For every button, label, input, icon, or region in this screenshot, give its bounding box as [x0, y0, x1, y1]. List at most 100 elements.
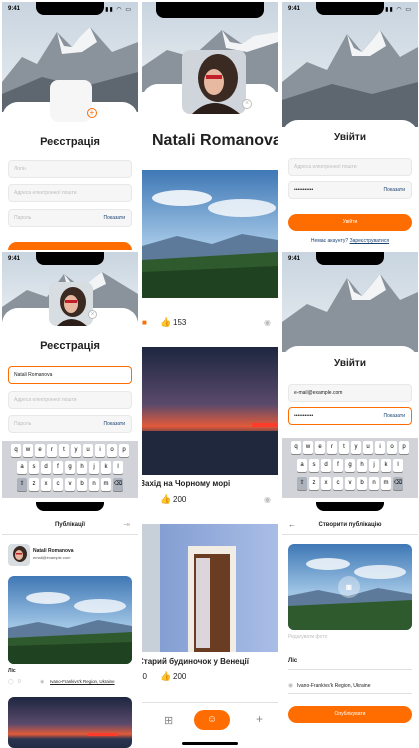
key-j[interactable]: j: [89, 461, 99, 474]
key-s[interactable]: s: [29, 461, 39, 474]
key-t[interactable]: t: [59, 444, 69, 457]
key-r[interactable]: r: [327, 441, 337, 454]
phone-notch: [316, 502, 384, 511]
post-location-input[interactable]: Ivano-Frankivs'k Region, Ukraine: [297, 683, 370, 689]
key-n[interactable]: n: [369, 477, 379, 490]
remove-avatar-icon[interactable]: ×: [242, 99, 252, 109]
key-g[interactable]: g: [345, 459, 355, 472]
logout-icon[interactable]: ⇥: [123, 520, 130, 529]
password-field[interactable]: Пароль Показати: [8, 209, 132, 227]
key-p[interactable]: p: [399, 441, 409, 454]
key-q[interactable]: q: [11, 444, 21, 457]
key-a[interactable]: a: [17, 461, 27, 474]
publish-button[interactable]: Опублікувати: [288, 706, 412, 723]
key-m[interactable]: m: [381, 477, 391, 490]
add-avatar-icon[interactable]: +: [87, 108, 97, 118]
key-c[interactable]: c: [53, 478, 63, 491]
key-i[interactable]: i: [95, 444, 105, 457]
key-f[interactable]: f: [53, 461, 63, 474]
email-field[interactable]: Адреса електронної пошти: [8, 184, 132, 202]
key-h[interactable]: h: [357, 459, 367, 472]
key-w[interactable]: w: [23, 444, 33, 457]
key-f[interactable]: f: [333, 459, 343, 472]
key-d[interactable]: d: [321, 459, 331, 472]
email-field[interactable]: Адреса електронної пошти: [8, 391, 132, 409]
key-e[interactable]: e: [315, 441, 325, 454]
login-field[interactable]: Natali Romanova: [8, 366, 132, 384]
profile-tab-button[interactable]: ☺: [194, 710, 230, 730]
key-v[interactable]: v: [65, 478, 75, 491]
login-field[interactable]: Логін: [8, 160, 132, 178]
post-photo[interactable]: [8, 576, 132, 664]
password-placeholder: Пароль: [14, 215, 32, 221]
show-password-link[interactable]: Показати: [384, 182, 405, 198]
key-h[interactable]: h: [77, 461, 87, 474]
key-shift[interactable]: ⇧: [297, 477, 307, 490]
key-z[interactable]: z: [29, 478, 39, 491]
key-u[interactable]: u: [83, 444, 93, 457]
key-shift[interactable]: ⇧: [17, 478, 27, 491]
register-link[interactable]: Зареєструватися: [350, 238, 390, 244]
register-button[interactable]: [8, 242, 132, 250]
key-k[interactable]: k: [381, 459, 391, 472]
show-password-link[interactable]: Показати: [104, 210, 125, 226]
post-location[interactable]: Ivano-Frankivs'k Region, Ukraine: [50, 679, 115, 684]
profile-post-photo-3[interactable]: [142, 524, 278, 652]
key-d[interactable]: d: [41, 461, 51, 474]
location-icon[interactable]: ◉: [264, 495, 271, 504]
post-photo-2[interactable]: [8, 697, 132, 748]
key-backspace[interactable]: ⌫: [113, 478, 123, 491]
key-m[interactable]: m: [101, 478, 111, 491]
like-icon[interactable]: 👍: [160, 317, 171, 328]
key-w[interactable]: w: [303, 441, 313, 454]
profile-post-photo-1[interactable]: [142, 170, 278, 298]
key-k[interactable]: k: [101, 461, 111, 474]
key-x[interactable]: x: [321, 477, 331, 490]
key-s[interactable]: s: [309, 459, 319, 472]
key-b[interactable]: b: [77, 478, 87, 491]
key-e[interactable]: e: [35, 444, 45, 457]
like-icon[interactable]: 👍: [160, 494, 171, 505]
add-post-icon[interactable]: +: [256, 712, 263, 726]
key-a[interactable]: a: [297, 459, 307, 472]
key-z[interactable]: z: [309, 477, 319, 490]
password-field[interactable]: ••••••••••• Показати: [288, 181, 412, 199]
key-u[interactable]: u: [363, 441, 373, 454]
password-field[interactable]: Пароль Показати: [8, 415, 132, 433]
edit-photo-label[interactable]: Редагувати фото: [288, 634, 327, 640]
post-name-input[interactable]: Ліс: [288, 658, 297, 664]
profile-post-photo-2[interactable]: [142, 347, 278, 475]
key-x[interactable]: x: [41, 478, 51, 491]
login-button[interactable]: Увійти: [288, 214, 412, 231]
key-y[interactable]: y: [71, 444, 81, 457]
show-password-link[interactable]: Показати: [104, 416, 125, 432]
email-field[interactable]: Адреса електронної пошти: [288, 158, 412, 176]
key-q[interactable]: q: [291, 441, 301, 454]
key-l[interactable]: l: [393, 459, 403, 472]
comments-icon[interactable]: ◯: [8, 679, 14, 685]
key-g[interactable]: g: [65, 461, 75, 474]
key-b[interactable]: b: [357, 477, 367, 490]
key-o[interactable]: o: [107, 444, 117, 457]
key-j[interactable]: j: [369, 459, 379, 472]
key-r[interactable]: r: [47, 444, 57, 457]
like-icon[interactable]: 👍: [160, 671, 171, 682]
camera-icon[interactable]: ◙: [338, 576, 360, 598]
remove-avatar-icon[interactable]: ×: [88, 310, 97, 319]
key-o[interactable]: o: [387, 441, 397, 454]
location-icon[interactable]: ◉: [264, 318, 271, 327]
key-l[interactable]: l: [113, 461, 123, 474]
key-y[interactable]: y: [351, 441, 361, 454]
password-field[interactable]: ••••••••••• Показати: [288, 407, 412, 425]
key-c[interactable]: c: [333, 477, 343, 490]
key-backspace[interactable]: ⌫: [393, 477, 403, 490]
key-i[interactable]: i: [375, 441, 385, 454]
key-n[interactable]: n: [89, 478, 99, 491]
key-p[interactable]: p: [119, 444, 129, 457]
key-v[interactable]: v: [345, 477, 355, 490]
grid-icon[interactable]: ⊞: [164, 714, 173, 727]
show-password-link[interactable]: Показати: [384, 408, 405, 424]
email-field[interactable]: e-mail@example.com: [288, 384, 412, 402]
comments-icon[interactable]: ■: [142, 318, 147, 327]
key-t[interactable]: t: [339, 441, 349, 454]
